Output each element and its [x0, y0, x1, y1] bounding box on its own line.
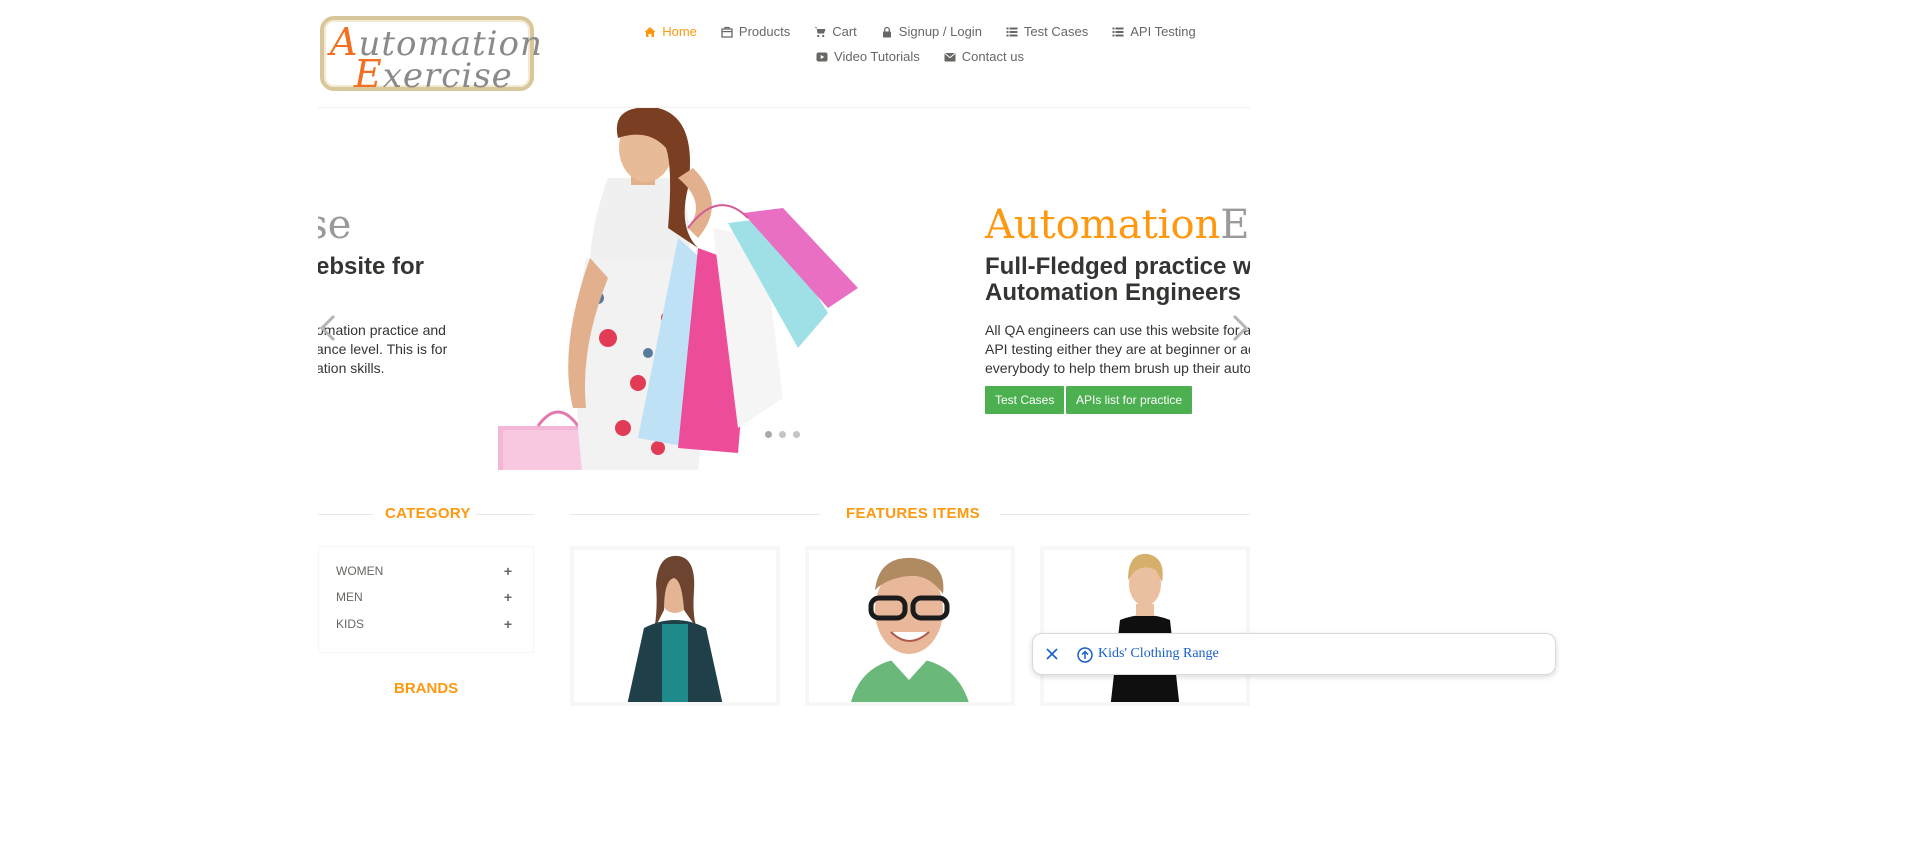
slide-text-2: API testing either they are at beginner …: [985, 341, 1250, 357]
youtube-play-icon: [816, 52, 828, 61]
features-title: FEATURES ITEMS: [846, 505, 980, 522]
carousel-prev-button[interactable]: [318, 313, 338, 343]
category-kids-label: KIDS: [336, 617, 365, 631]
logo-text-exercise: xercise: [382, 56, 513, 96]
nav-cart-label: Cart: [832, 24, 857, 39]
prev-slide-brand-text: cise: [318, 202, 352, 248]
category-panel: WOMEN + MEN + KIDS +: [318, 546, 534, 653]
slide-heading-1: Full-Fledged practice we: [985, 253, 1250, 280]
arrow-up-circle-icon: [1077, 647, 1093, 663]
product-image-1: [627, 555, 723, 702]
carousel-dot-2[interactable]: [779, 431, 786, 438]
main-nav: Home Products Cart Signup / Login Test C…: [640, 22, 1200, 66]
category-title: CATEGORY: [385, 505, 471, 522]
category-heading-line-left: [318, 514, 373, 515]
list-icon: [1006, 27, 1018, 36]
carousel-next-button[interactable]: [1230, 313, 1250, 343]
nav-video-label: Video Tutorials: [834, 49, 920, 64]
chevron-right-icon: [1232, 314, 1249, 342]
product-image-2: [851, 557, 969, 702]
product-image-3: [1110, 553, 1180, 702]
nav-test-cases[interactable]: Test Cases: [994, 22, 1100, 41]
carousel-dot-3[interactable]: [793, 431, 800, 438]
cart-icon: [814, 26, 826, 37]
slide-brand: AutomationExerc: [985, 202, 1250, 248]
category-men[interactable]: MEN +: [336, 588, 512, 606]
apis-list-button[interactable]: APIs list for practice: [1066, 386, 1193, 414]
carousel-indicators: [765, 431, 800, 438]
category-heading-line-right: [476, 514, 534, 515]
product-card-3[interactable]: [1040, 546, 1250, 706]
nav-contact-label: Contact us: [961, 49, 1024, 64]
nav-row-2: Video Tutorials Contact us: [640, 47, 1200, 66]
chevron-left-icon: [319, 314, 336, 342]
notification-toast: Kids' Clothing Range: [1032, 633, 1556, 675]
toast-link[interactable]: Kids' Clothing Range: [1098, 646, 1219, 662]
nav-home[interactable]: Home: [632, 22, 709, 41]
slide-heading-2: Automation Engineers: [985, 279, 1242, 306]
nav-signup-label: Signup / Login: [898, 24, 982, 39]
category-heading: CATEGORY: [318, 505, 534, 525]
hero-model-image: [498, 108, 858, 470]
nav-contact-us[interactable]: Contact us: [932, 47, 1036, 66]
brands-title: BRANDS: [394, 680, 459, 697]
logo-line-2: Exercise: [354, 52, 513, 96]
list-icon: [1112, 27, 1124, 36]
category-men-label: MEN: [336, 590, 363, 604]
nav-products[interactable]: Products: [709, 22, 802, 41]
envelope-icon: [944, 52, 956, 61]
nav-api-testing[interactable]: API Testing: [1100, 22, 1208, 41]
nav-test-cases-label: Test Cases: [1023, 24, 1089, 39]
plus-icon[interactable]: +: [504, 563, 512, 579]
slide-brand-orange: Automation: [985, 202, 1221, 248]
plus-icon[interactable]: +: [504, 616, 512, 632]
features-heading-line-left: [570, 514, 820, 515]
product-card-2[interactable]: [805, 546, 1015, 706]
prev-slide-brand: cise: [318, 202, 351, 248]
carousel-dot-1[interactable]: [765, 431, 772, 438]
nav-products-label: Products: [738, 24, 791, 39]
features-heading-line-right: [1000, 514, 1250, 515]
nav-video-tutorials[interactable]: Video Tutorials: [804, 47, 932, 66]
slide-text-3: everybody to help them brush up their au…: [985, 360, 1250, 376]
nav-signup-login[interactable]: Signup / Login: [869, 22, 994, 41]
nav-cart[interactable]: Cart: [802, 22, 869, 41]
category-women[interactable]: WOMEN +: [336, 562, 512, 580]
prev-slide-text-3: ation skills.: [318, 360, 385, 376]
test-cases-button[interactable]: Test Cases: [985, 386, 1065, 414]
category-women-label: WOMEN: [336, 564, 384, 578]
slide-brand-gray: Exerc: [1220, 202, 1250, 248]
product-card-1[interactable]: [570, 546, 780, 706]
lock-icon: [882, 26, 891, 37]
plus-icon[interactable]: +: [504, 589, 512, 605]
close-icon[interactable]: [1045, 647, 1059, 661]
slide-text-1: All QA engineers can use this website fo…: [985, 322, 1250, 338]
category-kids[interactable]: KIDS +: [336, 615, 512, 633]
nav-home-label: Home: [662, 24, 697, 39]
nav-api-testing-label: API Testing: [1130, 24, 1196, 39]
hero-carousel: cise ebsite for omation practice and anc…: [318, 108, 1250, 470]
site-logo[interactable]: Automation Exercise: [320, 16, 542, 96]
logo-cap-e: E: [354, 52, 383, 96]
prev-slide-heading: ebsite for: [318, 253, 425, 280]
nav-row-1: Home Products Cart Signup / Login Test C…: [640, 22, 1200, 41]
product-bag-icon: [721, 26, 733, 38]
home-icon: [644, 26, 656, 37]
features-heading: FEATURES ITEMS: [570, 505, 1250, 525]
